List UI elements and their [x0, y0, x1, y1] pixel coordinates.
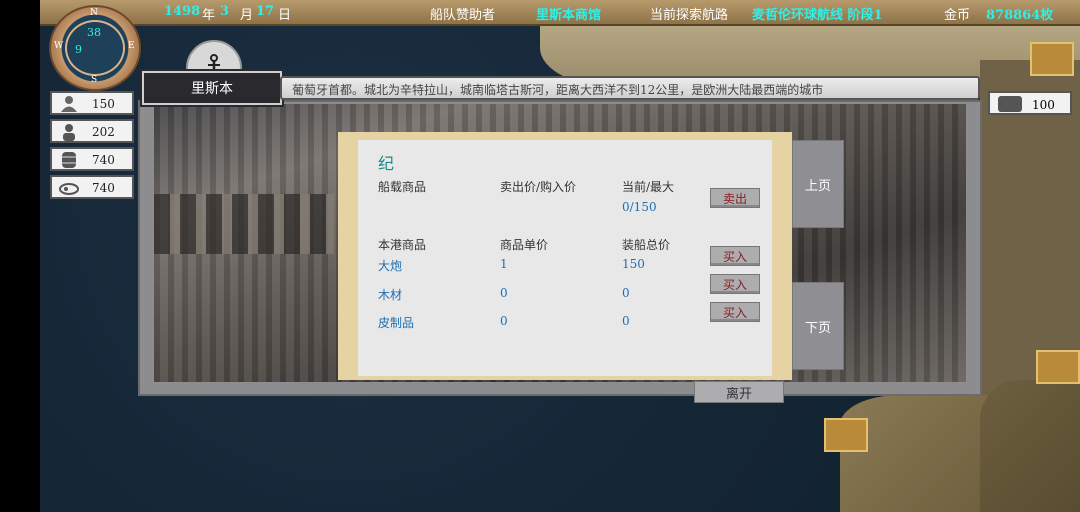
compass[interactable]: N S E W 38 9 — [49, 5, 141, 91]
next-page-button[interactable]: 下页 — [792, 282, 844, 370]
port-goods-header: 本港商品 — [378, 238, 427, 252]
goods-price-leather: 0 — [500, 314, 508, 328]
buy-button-cannon[interactable]: 买入 — [710, 246, 760, 266]
goods-name-cannon: 大炮 — [378, 259, 403, 273]
trade-panel-inner: 纪 船载商品 卖出价/购入价 当前/最大 0/150 卖出 本港商品 商品单价 … — [358, 140, 772, 376]
port-description: 葡萄牙首都。城北为辛特拉山，城南临塔古斯河，距离大西洋不到12公里，是欧洲大陆最… — [280, 76, 980, 100]
date-year: 1498 — [164, 4, 201, 19]
goods-name-leather: 皮制品 — [378, 316, 415, 330]
treasure-chest-icon[interactable] — [1030, 42, 1074, 76]
water-count: 740 — [92, 153, 115, 167]
port-price-header: 商品单价 — [500, 238, 549, 252]
treasure-chest-icon[interactable] — [824, 418, 868, 452]
route-value: 麦哲伦环球航线 阶段1 — [752, 8, 883, 23]
date-day-unit: 日 — [278, 8, 292, 23]
sponsor-value: 里斯本商馆 — [536, 8, 602, 23]
crew-stat: 202 — [50, 119, 134, 143]
sell-button[interactable]: 卖出 — [710, 188, 760, 208]
water-stat: 740 — [50, 147, 134, 171]
barrel-icon — [62, 152, 76, 168]
prev-page-button[interactable]: 上页 — [792, 140, 844, 228]
ship-qty-value: 0/150 — [622, 200, 657, 214]
leave-button[interactable]: 离开 — [694, 381, 784, 403]
sponsor-label: 船队赞助者 — [430, 8, 496, 23]
goods-total-timber: 0 — [622, 286, 630, 300]
gold-value: 878864枚 — [986, 8, 1054, 23]
goods-total-cannon: 150 — [622, 257, 645, 271]
route-label: 当前探索航路 — [650, 8, 729, 23]
goods-price-cannon: 1 — [500, 257, 508, 271]
sailor-stat: 150 — [50, 91, 134, 115]
trade-title: 纪 — [378, 154, 395, 173]
compass-west: W — [54, 41, 64, 51]
ship-price-header: 卖出价/购入价 — [500, 180, 577, 194]
chat-bubble-icon — [998, 96, 1022, 112]
person-icon — [63, 124, 75, 141]
compass-top-value: 38 — [87, 26, 101, 39]
compass-north: N — [90, 8, 98, 18]
port-total-header: 装船总价 — [622, 238, 671, 252]
sailor-count: 150 — [92, 97, 115, 111]
message-box[interactable]: 100 — [988, 91, 1072, 115]
buy-button-timber[interactable]: 买入 — [710, 274, 760, 294]
treasure-chest-icon[interactable] — [1036, 350, 1080, 384]
food-stat: 740 — [50, 175, 134, 199]
food-icon — [59, 183, 79, 195]
food-count: 740 — [92, 181, 115, 195]
date-month: 3 — [220, 4, 230, 19]
port-name: 里斯本 — [142, 71, 282, 105]
goods-name-timber: 木材 — [378, 288, 403, 302]
message-count: 100 — [1032, 98, 1055, 112]
sailor-icon — [61, 96, 77, 112]
date-year-unit: 年 — [202, 8, 216, 23]
ship-qty-header: 当前/最大 — [622, 180, 675, 194]
trade-panel: 纪 船载商品 卖出价/购入价 当前/最大 0/150 卖出 本港商品 商品单价 … — [338, 132, 792, 380]
compass-left-value: 9 — [75, 43, 82, 56]
gold-label: 金币 — [944, 8, 971, 23]
date-day: 17 — [256, 4, 275, 19]
compass-south: S — [91, 75, 98, 85]
buy-button-leather[interactable]: 买入 — [710, 302, 760, 322]
crew-count: 202 — [92, 125, 115, 139]
land-southeast — [980, 380, 1080, 512]
compass-east: E — [128, 41, 135, 51]
ship-goods-header: 船载商品 — [378, 180, 427, 194]
date-month-unit: 月 — [240, 8, 254, 23]
goods-price-timber: 0 — [500, 286, 508, 300]
top-status-bar: 1498 年 3 月 17 日 船队赞助者 里斯本商馆 当前探索航路 麦哲伦环球… — [40, 0, 1080, 26]
goods-total-leather: 0 — [622, 314, 630, 328]
